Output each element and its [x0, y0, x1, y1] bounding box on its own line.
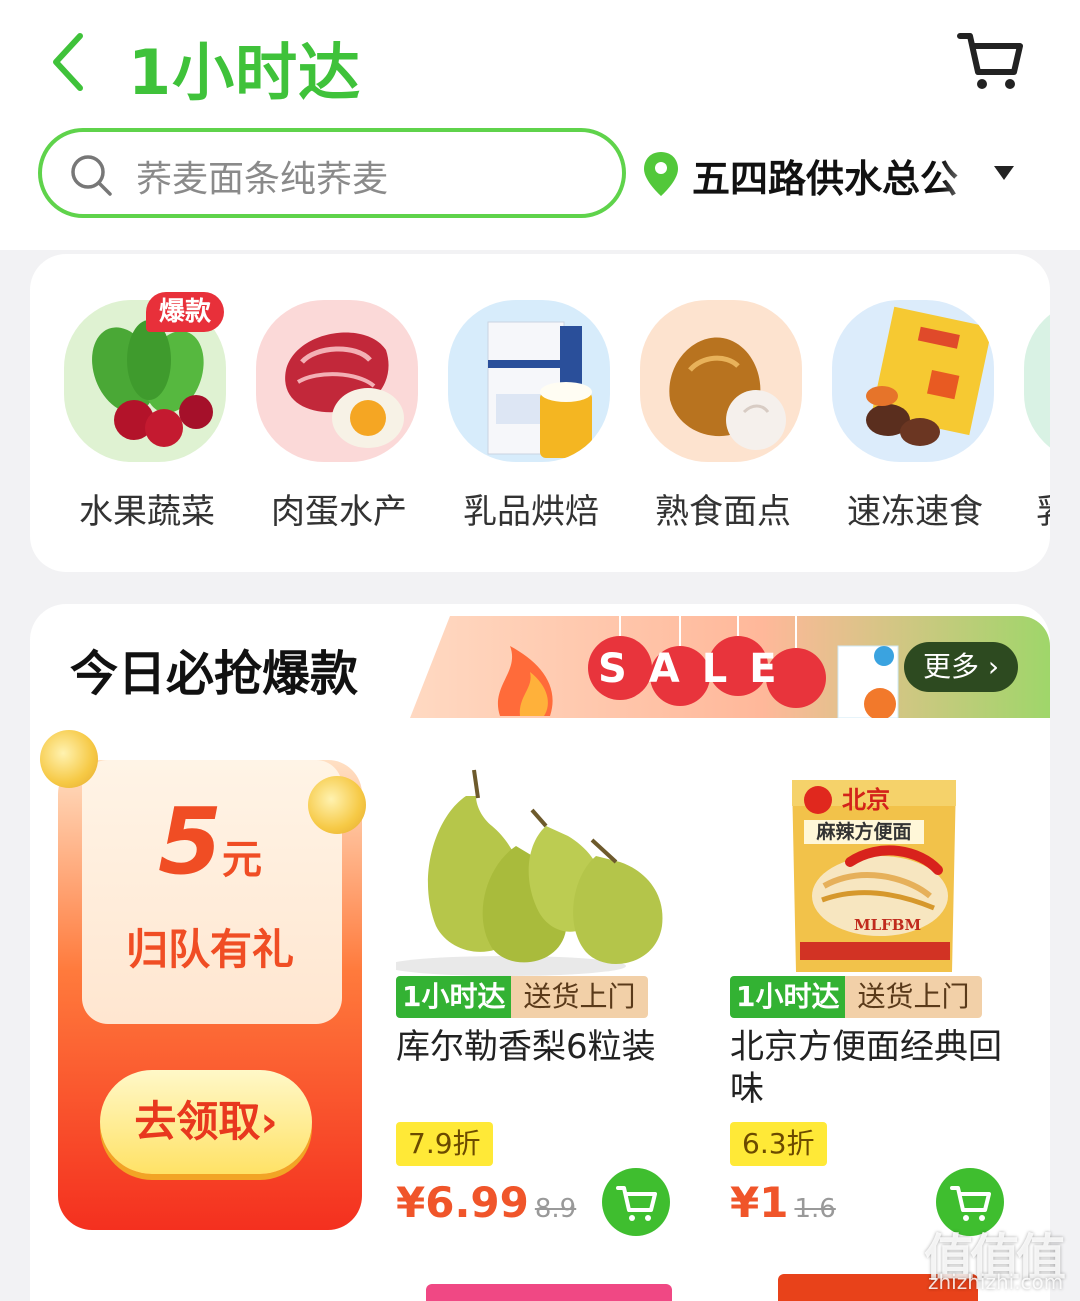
cart-icon[interactable]: [956, 28, 1024, 94]
coin-icon: [40, 730, 98, 788]
category-label: 速冻速食: [847, 492, 983, 532]
product-image-pears: [396, 769, 663, 976]
tag-delivery: 送货上门: [845, 976, 982, 1018]
category-frozen-instant[interactable]: 速冻速食: [830, 300, 1000, 540]
category-dairy-bakery[interactable]: 乳品烘焙: [446, 300, 616, 540]
coupon-card[interactable]: 5元 归队有礼 去领取›: [40, 730, 380, 1230]
product-tags: 1小时达 送货上门: [730, 976, 982, 1018]
category-deli-pastry-image: [640, 300, 802, 462]
category-dairy-bakery-image: [448, 300, 610, 462]
product-image-noodles: 北京 麻辣方便面 MLFBM: [730, 766, 1020, 976]
category-meat-egg[interactable]: 肉蛋水产: [254, 300, 424, 540]
location-fade: [942, 144, 988, 200]
coupon-amount-value: 5: [157, 788, 222, 895]
search-placeholder: 荞麦面条纯荞麦: [136, 159, 389, 200]
product-name: 库尔勒香梨6粒装: [396, 1027, 656, 1067]
claim-button[interactable]: 去领取›: [100, 1070, 312, 1174]
tag-one-hour: 1小时达: [396, 976, 512, 1018]
product-price: ¥6.99 8.9: [396, 1178, 576, 1227]
sale-price: ¥1: [730, 1178, 789, 1227]
add-to-cart-button[interactable]: [602, 1168, 670, 1236]
sale-banner-text: SALE: [598, 646, 799, 692]
top-bar: 1小时达 荞麦面条纯荞麦 五四路供水总公: [0, 0, 1080, 250]
next-product-peek: [426, 1284, 672, 1301]
page-title: 1小时达: [128, 36, 362, 109]
coupon-subtitle: 归队有礼: [125, 925, 294, 974]
category-label: 乳: [1036, 484, 1050, 533]
product-tags: 1小时达 送货上门: [396, 976, 648, 1018]
category-meat-egg-image: [256, 300, 418, 462]
discount-badge: 6.3折: [730, 1122, 827, 1166]
package-code: MLFBM: [854, 916, 922, 934]
product-price: ¥1 1.6: [730, 1178, 836, 1227]
product-name: 北京方便面经典回味: [730, 1027, 1002, 1109]
category-label: 水果蔬菜: [79, 492, 215, 532]
category-label: 肉蛋水产: [271, 492, 407, 532]
coupon-amount: 5元: [40, 788, 380, 895]
category-deli-pastry[interactable]: 熟食面点: [638, 300, 808, 540]
sale-price: ¥6.99: [396, 1178, 529, 1227]
original-price: 8.9: [534, 1194, 577, 1224]
category-strip: 爆款 水果蔬菜 肉蛋水产 乳品烘焙 熟食面点 速冻速食: [30, 254, 1050, 572]
package-text: 麻辣方便面: [816, 821, 912, 843]
tag-delivery: 送货上门: [511, 976, 648, 1018]
claim-button-label: 去领取: [134, 1097, 261, 1146]
category-next-image: [1024, 300, 1050, 462]
cart-icon: [616, 1186, 657, 1221]
location-selector[interactable]: 五四路供水总公: [642, 140, 1062, 210]
deals-section: SALE 今日必抢爆款 更多 › 5元 归队有礼 去领取› 1小时达 送货上门: [30, 604, 1050, 1301]
more-label: 更多: [922, 650, 979, 683]
category-frozen-instant-image: [832, 300, 994, 462]
package-brand: 北京: [842, 786, 890, 814]
product-card[interactable]: 北京 麻辣方便面 MLFBM 1小时达 送货上门 北京方便面经典回味 6.3折 …: [730, 754, 1030, 1254]
product-card[interactable]: 1小时达 送货上门 库尔勒香梨6粒装 7.9折 ¥6.99 8.9: [396, 754, 696, 1254]
category-label: 熟食面点: [655, 492, 791, 532]
coupon-amount-unit: 元: [222, 837, 262, 883]
original-price: 1.6: [794, 1194, 836, 1224]
hot-badge: 爆款: [146, 292, 224, 332]
chevron-left-icon[interactable]: [48, 30, 88, 94]
search-icon: [71, 155, 112, 196]
tag-one-hour: 1小时达: [730, 976, 846, 1018]
category-label: 乳品烘焙: [463, 492, 599, 532]
watermark-site: zhizhizhi.com: [928, 1270, 1064, 1294]
caret-down-icon: [994, 166, 1014, 180]
category-fruit-veg[interactable]: 爆款 水果蔬菜: [62, 292, 232, 540]
discount-badge: 7.9折: [396, 1122, 493, 1166]
watermark: 值值值 zhizhizhi.com: [924, 1218, 1074, 1298]
location-pin-icon: [644, 152, 678, 196]
deals-title: 今日必抢爆款: [70, 646, 359, 702]
category-next[interactable]: 乳: [1022, 300, 1050, 540]
search-input[interactable]: 荞麦面条纯荞麦: [38, 128, 626, 218]
more-button[interactable]: 更多 ›: [904, 642, 1018, 692]
